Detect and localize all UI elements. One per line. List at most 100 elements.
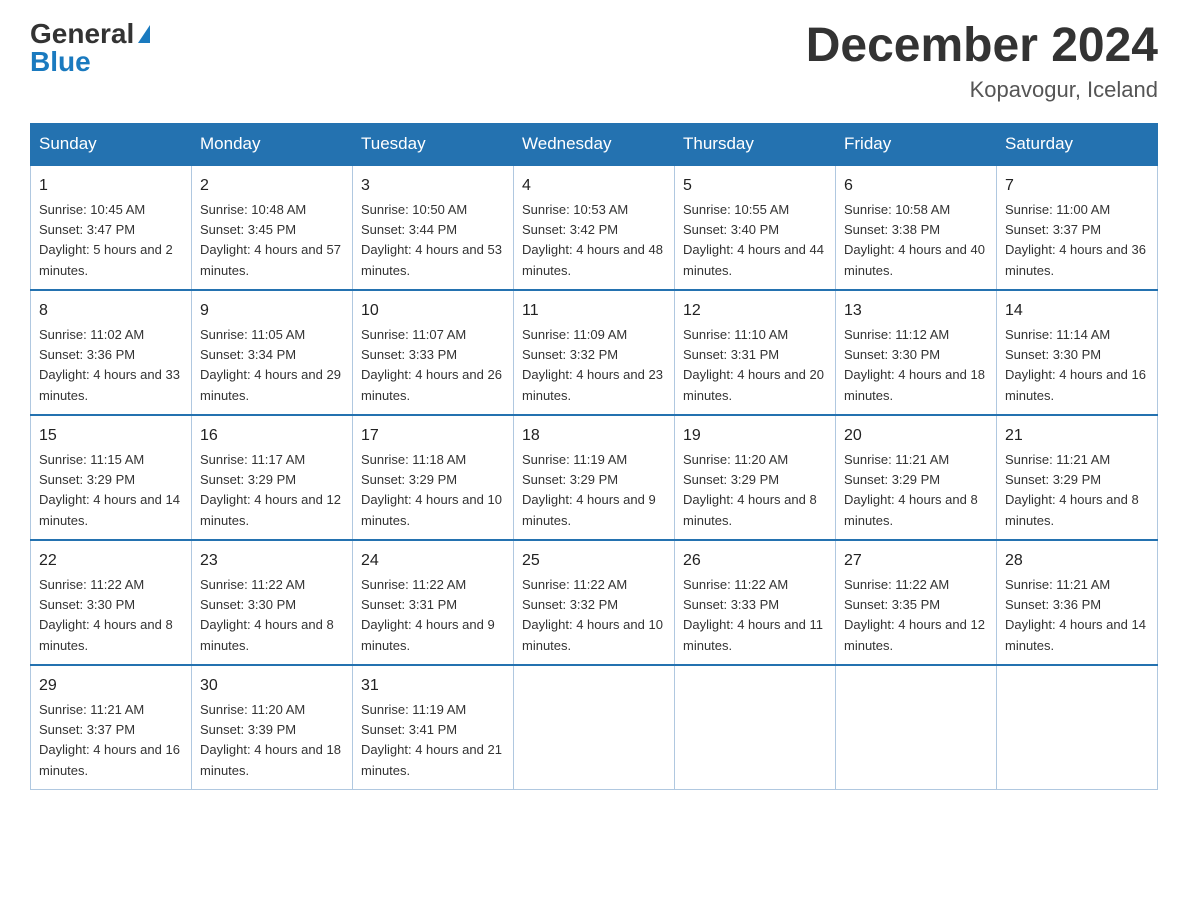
logo-general-text: General (30, 20, 134, 48)
day-info: Sunrise: 10:45 AMSunset: 3:47 PMDaylight… (39, 202, 173, 278)
calendar-cell (997, 665, 1158, 790)
day-info: Sunrise: 11:22 AMSunset: 3:35 PMDaylight… (844, 577, 985, 653)
header-saturday: Saturday (997, 123, 1158, 165)
calendar-cell: 9 Sunrise: 11:05 AMSunset: 3:34 PMDaylig… (192, 290, 353, 415)
calendar-week-1: 1 Sunrise: 10:45 AMSunset: 3:47 PMDaylig… (31, 165, 1158, 290)
day-info: Sunrise: 11:00 AMSunset: 3:37 PMDaylight… (1005, 202, 1146, 278)
day-info: Sunrise: 11:21 AMSunset: 3:36 PMDaylight… (1005, 577, 1146, 653)
calendar-cell: 12 Sunrise: 11:10 AMSunset: 3:31 PMDayli… (675, 290, 836, 415)
day-info: Sunrise: 11:22 AMSunset: 3:30 PMDaylight… (39, 577, 173, 653)
day-number: 3 (361, 174, 505, 198)
day-info: Sunrise: 11:12 AMSunset: 3:30 PMDaylight… (844, 327, 985, 403)
day-number: 12 (683, 299, 827, 323)
title-section: December 2024 Kopavogur, Iceland (806, 20, 1158, 103)
day-info: Sunrise: 11:09 AMSunset: 3:32 PMDaylight… (522, 327, 663, 403)
calendar-cell: 4 Sunrise: 10:53 AMSunset: 3:42 PMDaylig… (514, 165, 675, 290)
calendar-cell (675, 665, 836, 790)
calendar-cell: 2 Sunrise: 10:48 AMSunset: 3:45 PMDaylig… (192, 165, 353, 290)
logo-triangle-icon (138, 25, 150, 43)
calendar-cell: 31 Sunrise: 11:19 AMSunset: 3:41 PMDayli… (353, 665, 514, 790)
day-info: Sunrise: 10:58 AMSunset: 3:38 PMDaylight… (844, 202, 985, 278)
day-number: 7 (1005, 174, 1149, 198)
day-info: Sunrise: 11:22 AMSunset: 3:33 PMDaylight… (683, 577, 823, 653)
day-number: 31 (361, 674, 505, 698)
day-info: Sunrise: 11:21 AMSunset: 3:29 PMDaylight… (844, 452, 978, 528)
day-number: 20 (844, 424, 988, 448)
weekday-header-row: Sunday Monday Tuesday Wednesday Thursday… (31, 123, 1158, 165)
day-info: Sunrise: 11:10 AMSunset: 3:31 PMDaylight… (683, 327, 824, 403)
calendar-cell: 15 Sunrise: 11:15 AMSunset: 3:29 PMDayli… (31, 415, 192, 540)
logo: General Blue (30, 20, 150, 76)
day-number: 16 (200, 424, 344, 448)
calendar-cell: 27 Sunrise: 11:22 AMSunset: 3:35 PMDayli… (836, 540, 997, 665)
day-info: Sunrise: 10:50 AMSunset: 3:44 PMDaylight… (361, 202, 502, 278)
day-number: 22 (39, 549, 183, 573)
day-number: 19 (683, 424, 827, 448)
day-number: 17 (361, 424, 505, 448)
day-info: Sunrise: 10:48 AMSunset: 3:45 PMDaylight… (200, 202, 341, 278)
day-number: 5 (683, 174, 827, 198)
calendar-cell: 18 Sunrise: 11:19 AMSunset: 3:29 PMDayli… (514, 415, 675, 540)
calendar-week-4: 22 Sunrise: 11:22 AMSunset: 3:30 PMDayli… (31, 540, 1158, 665)
calendar-cell: 30 Sunrise: 11:20 AMSunset: 3:39 PMDayli… (192, 665, 353, 790)
header-sunday: Sunday (31, 123, 192, 165)
calendar-cell: 8 Sunrise: 11:02 AMSunset: 3:36 PMDaylig… (31, 290, 192, 415)
day-number: 4 (522, 174, 666, 198)
calendar-cell: 21 Sunrise: 11:21 AMSunset: 3:29 PMDayli… (997, 415, 1158, 540)
page-header: General Blue December 2024 Kopavogur, Ic… (30, 20, 1158, 103)
day-number: 15 (39, 424, 183, 448)
day-number: 24 (361, 549, 505, 573)
day-number: 11 (522, 299, 666, 323)
day-number: 23 (200, 549, 344, 573)
day-info: Sunrise: 11:22 AMSunset: 3:31 PMDaylight… (361, 577, 495, 653)
calendar-cell: 13 Sunrise: 11:12 AMSunset: 3:30 PMDayli… (836, 290, 997, 415)
day-info: Sunrise: 11:05 AMSunset: 3:34 PMDaylight… (200, 327, 341, 403)
calendar-cell: 26 Sunrise: 11:22 AMSunset: 3:33 PMDayli… (675, 540, 836, 665)
day-number: 21 (1005, 424, 1149, 448)
calendar-cell: 17 Sunrise: 11:18 AMSunset: 3:29 PMDayli… (353, 415, 514, 540)
header-tuesday: Tuesday (353, 123, 514, 165)
day-number: 29 (39, 674, 183, 698)
day-number: 2 (200, 174, 344, 198)
calendar-cell: 11 Sunrise: 11:09 AMSunset: 3:32 PMDayli… (514, 290, 675, 415)
day-info: Sunrise: 11:19 AMSunset: 3:29 PMDaylight… (522, 452, 656, 528)
calendar-cell: 22 Sunrise: 11:22 AMSunset: 3:30 PMDayli… (31, 540, 192, 665)
header-wednesday: Wednesday (514, 123, 675, 165)
day-info: Sunrise: 11:20 AMSunset: 3:29 PMDaylight… (683, 452, 817, 528)
calendar-cell: 16 Sunrise: 11:17 AMSunset: 3:29 PMDayli… (192, 415, 353, 540)
logo-blue-text: Blue (30, 48, 91, 76)
day-number: 18 (522, 424, 666, 448)
calendar-cell: 29 Sunrise: 11:21 AMSunset: 3:37 PMDayli… (31, 665, 192, 790)
calendar-cell: 19 Sunrise: 11:20 AMSunset: 3:29 PMDayli… (675, 415, 836, 540)
day-number: 27 (844, 549, 988, 573)
location-text: Kopavogur, Iceland (806, 77, 1158, 103)
day-info: Sunrise: 11:21 AMSunset: 3:37 PMDaylight… (39, 702, 180, 778)
calendar-cell (514, 665, 675, 790)
day-number: 8 (39, 299, 183, 323)
day-number: 13 (844, 299, 988, 323)
day-info: Sunrise: 11:18 AMSunset: 3:29 PMDaylight… (361, 452, 502, 528)
calendar-cell: 7 Sunrise: 11:00 AMSunset: 3:37 PMDaylig… (997, 165, 1158, 290)
day-number: 26 (683, 549, 827, 573)
day-info: Sunrise: 11:15 AMSunset: 3:29 PMDaylight… (39, 452, 180, 528)
calendar-cell: 24 Sunrise: 11:22 AMSunset: 3:31 PMDayli… (353, 540, 514, 665)
calendar-cell: 14 Sunrise: 11:14 AMSunset: 3:30 PMDayli… (997, 290, 1158, 415)
day-info: Sunrise: 11:22 AMSunset: 3:32 PMDaylight… (522, 577, 663, 653)
month-title: December 2024 (806, 20, 1158, 73)
day-info: Sunrise: 11:19 AMSunset: 3:41 PMDaylight… (361, 702, 502, 778)
day-number: 1 (39, 174, 183, 198)
day-number: 10 (361, 299, 505, 323)
day-info: Sunrise: 11:20 AMSunset: 3:39 PMDaylight… (200, 702, 341, 778)
day-info: Sunrise: 11:17 AMSunset: 3:29 PMDaylight… (200, 452, 341, 528)
calendar-cell: 1 Sunrise: 10:45 AMSunset: 3:47 PMDaylig… (31, 165, 192, 290)
calendar-cell (836, 665, 997, 790)
calendar-cell: 20 Sunrise: 11:21 AMSunset: 3:29 PMDayli… (836, 415, 997, 540)
day-info: Sunrise: 11:07 AMSunset: 3:33 PMDaylight… (361, 327, 502, 403)
header-thursday: Thursday (675, 123, 836, 165)
calendar-week-5: 29 Sunrise: 11:21 AMSunset: 3:37 PMDayli… (31, 665, 1158, 790)
day-info: Sunrise: 11:14 AMSunset: 3:30 PMDaylight… (1005, 327, 1146, 403)
day-number: 14 (1005, 299, 1149, 323)
day-info: Sunrise: 10:55 AMSunset: 3:40 PMDaylight… (683, 202, 824, 278)
day-info: Sunrise: 11:22 AMSunset: 3:30 PMDaylight… (200, 577, 334, 653)
calendar-cell: 10 Sunrise: 11:07 AMSunset: 3:33 PMDayli… (353, 290, 514, 415)
